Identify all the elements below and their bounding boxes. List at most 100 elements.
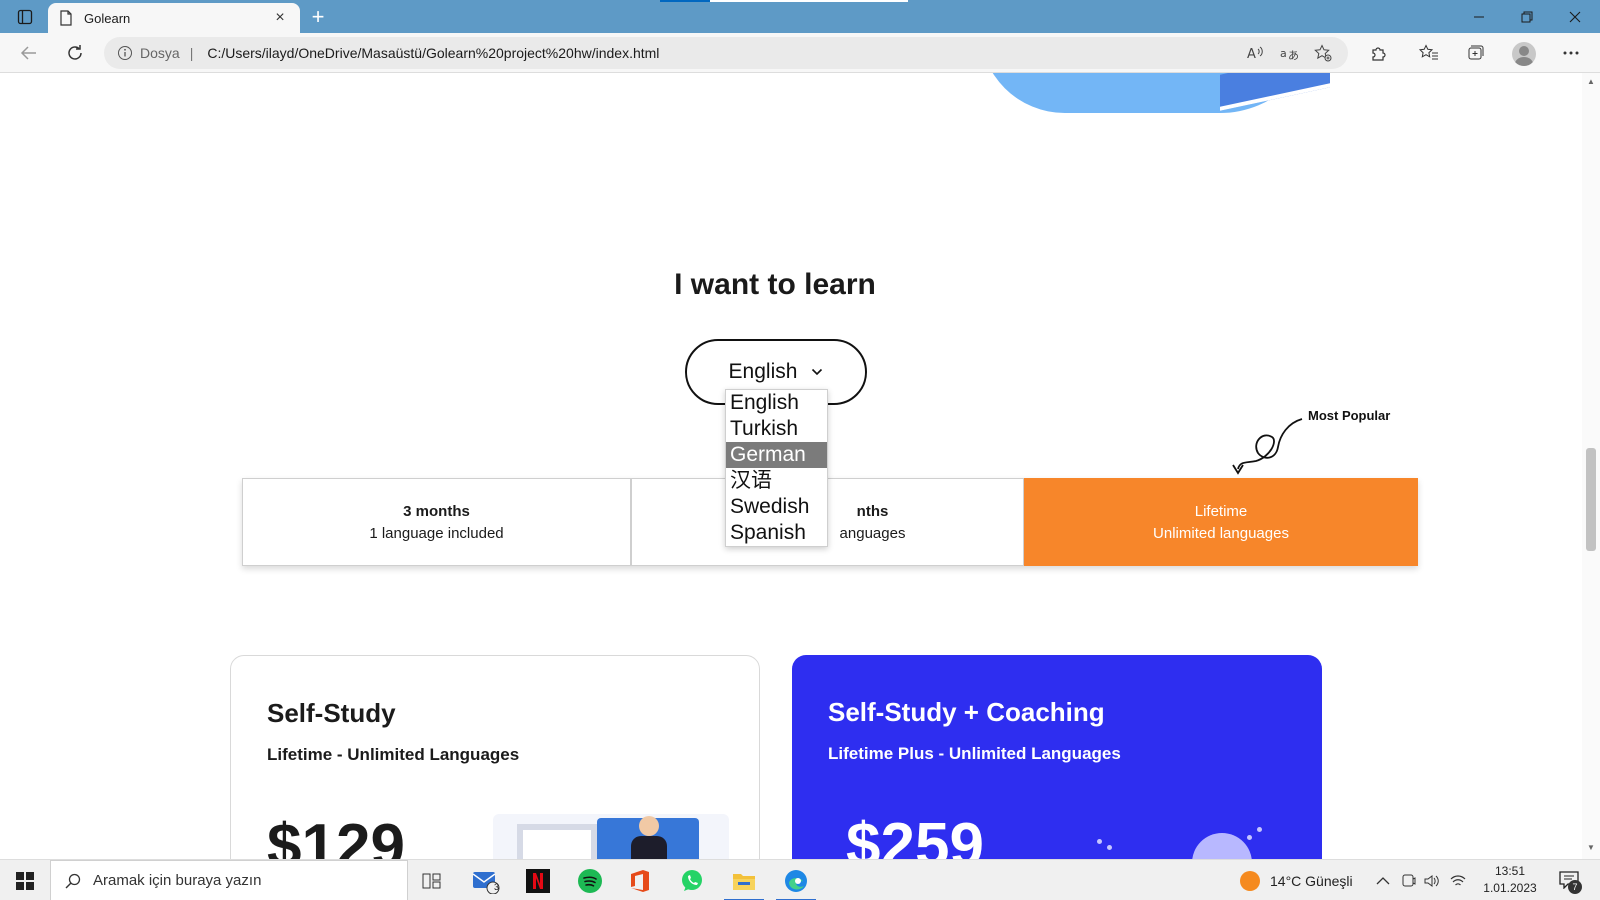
spotify-icon [578,868,602,893]
weather-widget[interactable]: 14°C Güneşli [1240,860,1353,900]
close-tab-icon[interactable]: × [270,8,290,28]
translate-icon[interactable]: aあ [1276,40,1302,66]
card-title: Self-Study [267,698,396,728]
language-option[interactable]: Swedish [726,494,827,520]
show-hidden-icons[interactable] [1376,860,1390,900]
meet-now-icon[interactable] [1402,860,1416,900]
sun-icon [1240,870,1260,891]
plan-title: Lifetime [1194,502,1248,520]
card-price: $129 [267,812,405,859]
plan-option-lifetime[interactable]: Lifetime Unlimited languages [1024,478,1418,566]
clock-date: 1.01.2023 [1483,881,1537,895]
language-option[interactable]: English [726,390,827,416]
taskbar-office[interactable] [616,860,664,900]
taskbar-netflix[interactable] [514,860,562,900]
profile-avatar[interactable] [1512,42,1536,66]
teacher-illustration [493,814,729,859]
plan-option-3-months[interactable]: 3 months 1 language included [242,478,631,566]
minimize-button[interactable] [1456,0,1502,33]
notification-badge: 7 [1568,880,1582,894]
taskbar-mail[interactable]: 3 [462,860,510,900]
tab-actions-icon [17,9,33,25]
plan-selector: 3 months 1 language included nths anguag… [242,478,1418,566]
page-scrollbar[interactable]: ▲ ▼ [1582,73,1600,859]
task-view-icon [422,873,441,888]
page-icon [58,10,74,26]
folder-icon [733,873,755,890]
pricing-card-coaching[interactable]: Self-Study + Coaching Lifetime Plus - Un… [792,655,1322,859]
language-dropdown: English Turkish German 汉语 Swedish Spanis… [725,389,828,547]
language-option[interactable]: Spanish [726,520,827,546]
hero-illustration-book [1220,73,1330,111]
pricing-card-self-study[interactable]: Self-Study Lifetime - Unlimited Language… [230,655,760,859]
language-select-value: English [728,360,798,383]
add-favorite-icon[interactable] [1310,40,1336,66]
volume-icon[interactable] [1424,860,1440,900]
favorites-button[interactable] [1414,38,1444,68]
collections-button[interactable] [1460,38,1490,68]
svg-text:a: a [1280,47,1287,60]
taskbar-file-explorer[interactable] [720,860,768,900]
svg-text:A: A [1247,47,1256,61]
language-option-highlighted[interactable]: German [726,442,827,468]
restore-button[interactable] [1504,0,1550,33]
language-option[interactable]: 汉语 [726,468,827,494]
page-viewport: I want to learn English English Turkish … [0,73,1582,859]
protocol-label: Dosya [140,45,180,61]
learn-heading: I want to learn [674,268,876,301]
tab-title: Golearn [84,10,131,26]
taskbar-search-placeholder: Aramak için buraya yazın [93,872,262,889]
close-icon [1569,11,1581,22]
taskbar-edge[interactable] [772,860,820,900]
browser-toolbar: Dosya | C:/Users/ilayd/OneDrive/Masaüstü… [0,33,1600,73]
settings-menu-button[interactable] [1556,38,1586,68]
puzzle-icon [1372,47,1386,61]
minimize-icon [1474,16,1484,17]
close-window-button[interactable] [1552,0,1598,33]
extensions-button[interactable] [1364,38,1394,68]
new-tab-button[interactable]: + [306,4,330,29]
taskbar-spotify[interactable] [566,860,614,900]
search-icon [65,873,81,889]
windows-logo-icon [16,871,34,890]
read-aloud-icon[interactable]: A [1242,40,1268,66]
favorites-icon [1419,44,1438,60]
address-bar[interactable]: Dosya | C:/Users/ilayd/OneDrive/Masaüstü… [104,37,1348,69]
language-option[interactable]: Turkish [726,416,827,442]
office-icon [631,869,649,892]
browser-tab-bar: Golearn × + [0,0,1600,33]
svg-text:あ: あ [1288,49,1298,61]
chevron-down-icon [811,368,823,376]
back-button[interactable] [14,38,44,68]
refresh-icon [68,45,82,60]
address-separator: | [189,45,194,61]
task-view-button[interactable] [408,860,456,900]
back-arrow-icon [20,46,36,60]
curly-arrow-icon [1232,418,1303,475]
whatsapp-icon [682,869,702,891]
plan-title: 3 months [403,502,470,520]
notification-center-button[interactable]: 7 [1556,868,1582,894]
taskbar-search[interactable]: Aramak için buraya yazın [50,860,408,900]
edge-icon [785,869,807,892]
system-clock[interactable]: 13:51 1.01.2023 [1470,863,1550,897]
wifi-icon[interactable] [1450,860,1466,900]
scrollbar-thumb[interactable] [1586,448,1596,551]
card-price: $259 [846,811,984,859]
more-icon [1563,51,1579,55]
coaching-illustration [1097,825,1267,859]
taskbar-whatsapp[interactable] [668,860,716,900]
site-info-icon[interactable] [116,44,134,62]
scroll-down-icon[interactable]: ▼ [1586,843,1596,853]
page-load-progress [660,0,908,2]
url-text[interactable]: C:/Users/ilayd/OneDrive/Masaüstü/Golearn… [207,45,1234,61]
browser-tab-golearn[interactable]: Golearn × [48,3,300,33]
netflix-icon [526,868,550,893]
refresh-button[interactable] [60,38,90,68]
tab-actions-button[interactable] [8,5,42,29]
restore-icon [1521,11,1533,22]
card-subtitle: Lifetime Plus - Unlimited Languages [828,744,1121,763]
scroll-up-icon[interactable]: ▲ [1586,77,1596,87]
start-button[interactable] [0,860,50,900]
windows-taskbar: Aramak için buraya yazın 3 14°C Güneşli … [0,859,1600,900]
